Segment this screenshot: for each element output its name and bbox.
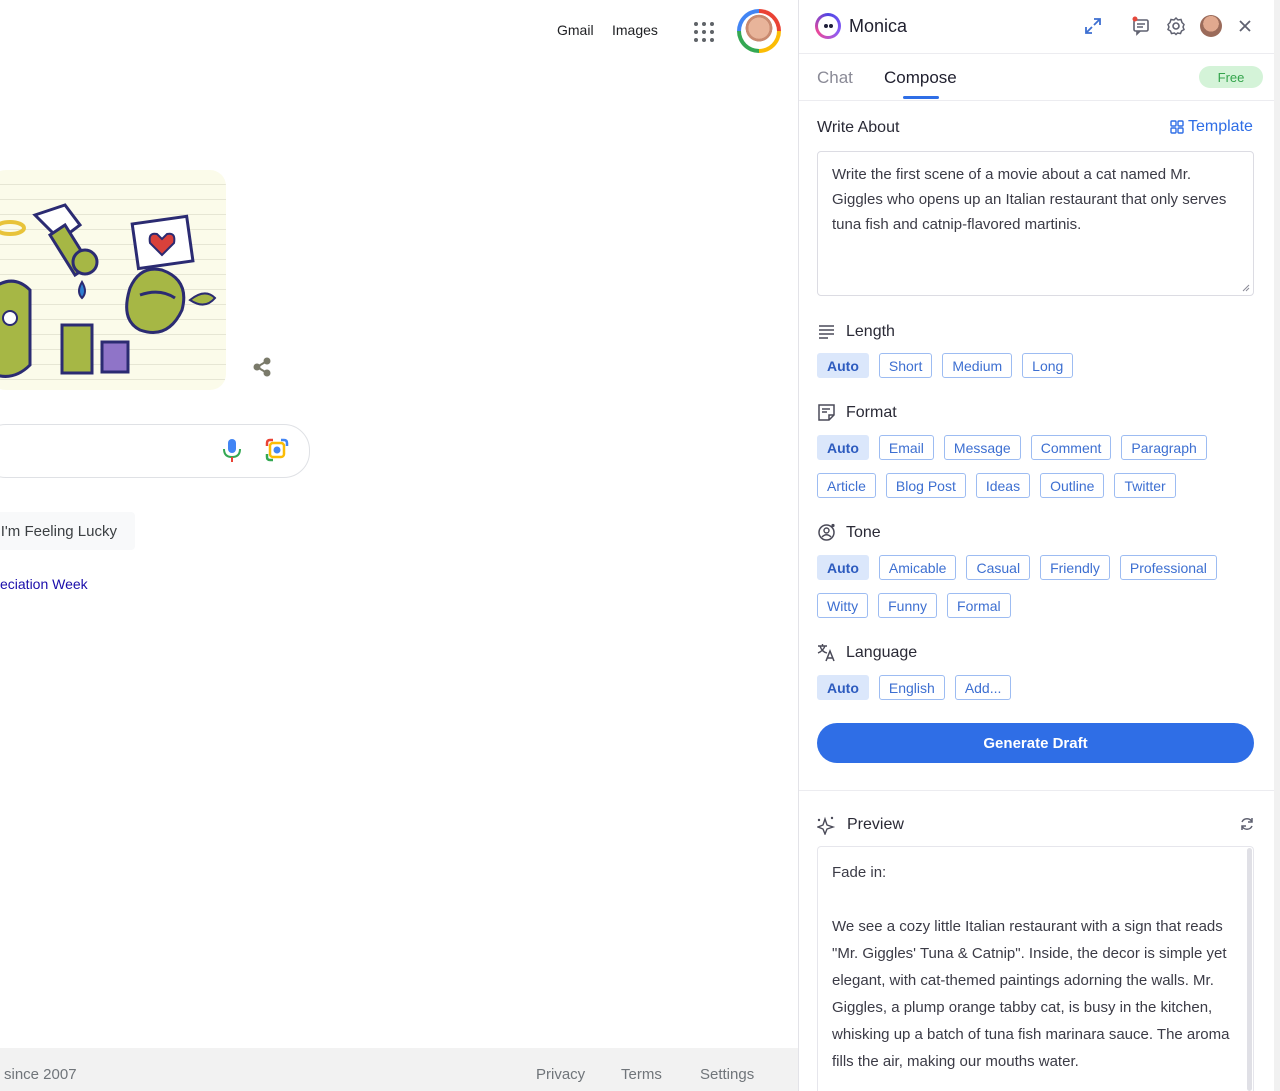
language-options: Auto English Add... xyxy=(817,675,1012,700)
write-about-label: Write About xyxy=(817,119,900,136)
length-option-medium[interactable]: Medium xyxy=(942,353,1013,378)
language-option-add[interactable]: Add... xyxy=(954,675,1012,700)
template-grid-icon xyxy=(1170,120,1184,134)
monica-sidebar: Monica Chat Compose Free Write About Tem… xyxy=(798,0,1275,1091)
format-options-row-1: Auto Email Message Comment Paragraph xyxy=(817,435,1207,460)
language-label: Language xyxy=(846,643,918,661)
tab-compose[interactable]: Compose xyxy=(884,68,957,88)
tone-option-funny[interactable]: Funny xyxy=(878,593,938,618)
resize-grip-icon[interactable] xyxy=(1242,284,1250,292)
format-option-email[interactable]: Email xyxy=(878,435,934,460)
page-scrollbar[interactable] xyxy=(1274,0,1280,1091)
footer-privacy-link[interactable]: Privacy xyxy=(536,1066,585,1083)
format-label: Format xyxy=(846,403,897,421)
sparkle-icon xyxy=(817,816,836,835)
images-link[interactable]: Images xyxy=(612,22,658,38)
tone-section-label: Tone xyxy=(817,523,881,542)
share-icon[interactable] xyxy=(251,356,273,378)
footer-settings-link[interactable]: Settings xyxy=(700,1066,754,1083)
app-title: Monica xyxy=(849,16,908,36)
tone-option-casual[interactable]: Casual xyxy=(966,555,1031,580)
format-option-outline[interactable]: Outline xyxy=(1040,473,1105,498)
feedback-icon[interactable] xyxy=(1131,16,1151,36)
language-option-auto[interactable]: Auto xyxy=(817,675,869,700)
format-section-label: Format xyxy=(817,403,897,422)
length-option-short[interactable]: Short xyxy=(878,353,933,378)
write-about-textarea[interactable]: Write the first scene of a movie about a… xyxy=(817,151,1254,296)
length-section-label: Length xyxy=(817,322,895,341)
plan-badge[interactable]: Free xyxy=(1199,66,1263,88)
preview-fade-in: Fade in: xyxy=(832,864,887,881)
template-button[interactable]: Template xyxy=(1170,118,1253,136)
language-option-english[interactable]: English xyxy=(878,675,945,700)
close-icon[interactable] xyxy=(1235,16,1255,36)
user-avatar[interactable] xyxy=(1200,15,1222,37)
tone-options-row-1: Auto Amicable Casual Friendly Profession… xyxy=(817,555,1217,580)
preview-section-label: Preview xyxy=(817,815,904,835)
tone-option-professional[interactable]: Professional xyxy=(1119,555,1217,580)
refresh-icon[interactable] xyxy=(1239,816,1255,832)
panel-tabs: Chat Compose Free xyxy=(799,53,1275,101)
length-label: Length xyxy=(846,322,895,340)
google-doodle-image[interactable] xyxy=(0,170,226,390)
format-option-auto[interactable]: Auto xyxy=(817,435,869,460)
generate-draft-button[interactable]: Generate Draft xyxy=(817,723,1254,763)
format-option-article[interactable]: Article xyxy=(817,473,876,498)
language-section-label: Language xyxy=(817,643,917,662)
active-tab-indicator xyxy=(903,96,939,99)
doodle-link[interactable]: eciation Week xyxy=(0,576,88,592)
tone-option-formal[interactable]: Formal xyxy=(947,593,1011,618)
google-lens-icon[interactable] xyxy=(264,437,290,463)
length-options: Auto Short Medium Long xyxy=(817,353,1074,378)
preview-output[interactable]: Fade in: We see a cozy little Italian re… xyxy=(817,846,1254,1091)
google-footer: since 2007 Privacy Terms Settings xyxy=(0,1048,798,1091)
format-option-comment[interactable]: Comment xyxy=(1030,435,1112,460)
length-option-auto[interactable]: Auto xyxy=(817,353,869,378)
google-account-avatar[interactable] xyxy=(737,9,781,53)
preview-paragraph: We see a cozy little Italian restaurant … xyxy=(832,918,1230,1070)
text-lines-icon xyxy=(819,325,834,339)
google-homepage: Gmail Images I'm Feeling Lucky eciation … xyxy=(0,0,798,1091)
preview-label: Preview xyxy=(847,816,904,833)
feeling-lucky-button[interactable]: I'm Feeling Lucky xyxy=(0,512,135,550)
panel-header: Monica xyxy=(799,0,1275,54)
footer-terms-link[interactable]: Terms xyxy=(621,1066,662,1083)
format-option-message[interactable]: Message xyxy=(943,435,1021,460)
tone-label: Tone xyxy=(846,523,881,541)
tone-option-auto[interactable]: Auto xyxy=(817,555,869,580)
format-options-row-2: Article Blog Post Ideas Outline Twitter xyxy=(817,473,1176,498)
format-option-twitter[interactable]: Twitter xyxy=(1114,473,1176,498)
tab-chat[interactable]: Chat xyxy=(817,68,853,88)
translate-icon xyxy=(817,644,835,662)
expand-icon[interactable] xyxy=(1083,16,1103,36)
template-label: Template xyxy=(1188,118,1253,135)
section-divider xyxy=(799,790,1275,791)
tone-option-friendly[interactable]: Friendly xyxy=(1040,555,1110,580)
tone-option-witty[interactable]: Witty xyxy=(817,593,869,618)
format-option-paragraph[interactable]: Paragraph xyxy=(1121,435,1207,460)
tone-options-row-2: Witty Funny Formal xyxy=(817,593,1011,618)
gmail-link[interactable]: Gmail xyxy=(557,22,594,38)
length-option-long[interactable]: Long xyxy=(1022,353,1074,378)
user-circle-icon xyxy=(818,523,835,541)
monica-logo-icon xyxy=(815,13,841,39)
preview-scrollbar[interactable] xyxy=(1247,848,1252,1091)
prompt-text: Write the first scene of a movie about a… xyxy=(832,166,1227,233)
gear-icon[interactable] xyxy=(1166,16,1186,36)
voice-search-icon[interactable] xyxy=(220,437,244,463)
note-icon xyxy=(818,404,835,421)
format-option-ideas[interactable]: Ideas xyxy=(975,473,1031,498)
footer-since-text: since 2007 xyxy=(4,1066,77,1083)
tone-option-amicable[interactable]: Amicable xyxy=(878,555,957,580)
format-option-blog-post[interactable]: Blog Post xyxy=(885,473,966,498)
google-apps-icon[interactable] xyxy=(694,22,714,42)
